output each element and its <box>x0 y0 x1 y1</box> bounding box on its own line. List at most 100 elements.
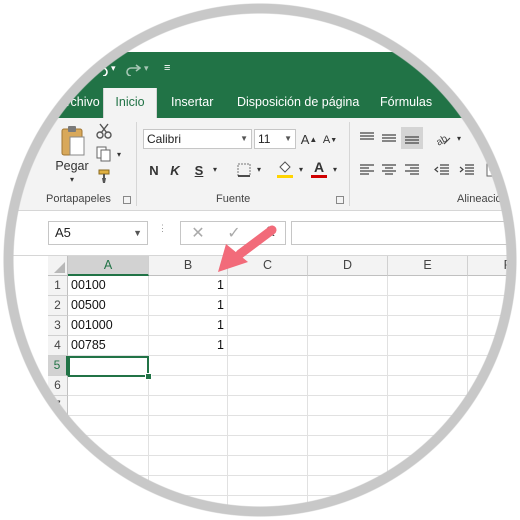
empty-cell[interactable] <box>68 476 149 496</box>
column-header[interactable]: A <box>68 256 149 276</box>
empty-cell[interactable] <box>228 376 308 396</box>
paste-icon[interactable] <box>58 124 88 158</box>
fill-color-dropdown-icon[interactable]: ▾ <box>297 162 305 176</box>
column-header[interactable]: D <box>308 256 388 276</box>
empty-cell[interactable] <box>68 456 149 476</box>
increase-indent-icon[interactable] <box>458 161 476 179</box>
name-box[interactable]: A5 ▼ <box>48 221 148 245</box>
tab-insertar[interactable]: Insertar <box>171 88 213 118</box>
empty-cell[interactable] <box>228 456 308 476</box>
customize-icon[interactable]: ≡ <box>164 62 170 74</box>
empty-cell[interactable] <box>228 496 308 516</box>
format-painter-icon[interactable] <box>95 168 113 184</box>
bold-button[interactable]: N <box>146 160 162 180</box>
empty-cell[interactable] <box>468 456 520 476</box>
row-header[interactable]: 2 <box>48 296 68 316</box>
empty-cell[interactable] <box>308 496 388 516</box>
empty-cell[interactable] <box>468 376 520 396</box>
redo-icon[interactable] <box>125 62 142 79</box>
empty-cell[interactable] <box>228 336 308 356</box>
undo-dropdown-icon[interactable]: ▾ <box>111 63 116 74</box>
empty-cell[interactable] <box>68 436 149 456</box>
tab-disposicion[interactable]: Disposición de página <box>237 88 359 118</box>
row-header[interactable]: 6 <box>48 376 68 396</box>
tab-formulas[interactable]: Fórmulas <box>380 88 432 118</box>
copy-icon[interactable] <box>95 146 113 162</box>
row-header[interactable]: 10 <box>48 456 68 476</box>
paste-button-label[interactable]: Pegar <box>55 158 89 174</box>
font-size-combo[interactable]: 11 ▼ <box>254 129 296 149</box>
column-header[interactable]: E <box>388 256 468 276</box>
empty-cell[interactable] <box>308 376 388 396</box>
row-header[interactable]: 3 <box>48 316 68 336</box>
row-header[interactable]: 4 <box>48 336 68 356</box>
cell-a2[interactable]: 00500 <box>68 296 149 316</box>
align-top-icon[interactable] <box>358 129 376 147</box>
empty-cell[interactable] <box>468 276 520 296</box>
merge-center-icon[interactable] <box>484 160 504 180</box>
empty-cell[interactable] <box>308 316 388 336</box>
formula-input[interactable] <box>291 221 520 245</box>
empty-cell[interactable] <box>68 416 149 436</box>
empty-cell[interactable] <box>228 396 308 416</box>
empty-cell[interactable] <box>149 376 228 396</box>
row-header[interactable]: 5 <box>48 356 68 376</box>
empty-cell[interactable] <box>468 476 520 496</box>
empty-cell[interactable] <box>308 476 388 496</box>
cell-b2[interactable]: 1 <box>149 296 228 316</box>
row-header[interactable]: 7 <box>48 396 68 416</box>
empty-cell[interactable] <box>308 396 388 416</box>
empty-cell[interactable] <box>468 416 520 436</box>
empty-cell[interactable] <box>149 496 228 516</box>
empty-cell[interactable] <box>149 476 228 496</box>
cut-icon[interactable] <box>95 123 113 139</box>
align-bottom-icon[interactable] <box>401 127 423 149</box>
paste-dropdown-icon[interactable]: ▾ <box>66 174 78 184</box>
row-header[interactable]: 9 <box>48 436 68 456</box>
orientation-icon[interactable]: ab <box>433 129 453 147</box>
tab-archivo[interactable]: Archivo <box>58 88 100 118</box>
row-header[interactable]: 8 <box>48 416 68 436</box>
fill-color-icon[interactable] <box>275 158 295 180</box>
empty-cell[interactable] <box>388 356 468 376</box>
empty-cell[interactable] <box>308 296 388 316</box>
empty-cell[interactable] <box>308 416 388 436</box>
shrink-font-icon[interactable]: A ▼ <box>322 131 338 149</box>
cancel-icon[interactable]: ✕ <box>190 224 206 242</box>
empty-cell[interactable] <box>308 456 388 476</box>
cell-a4[interactable]: 00785 <box>68 336 149 356</box>
cell-b4[interactable]: 1 <box>149 336 228 356</box>
font-name-combo[interactable]: Calibri ▼ <box>143 129 252 149</box>
align-center-icon[interactable] <box>380 161 398 179</box>
font-color-icon[interactable]: A <box>310 158 328 180</box>
orientation-dropdown-icon[interactable]: ▾ <box>455 132 463 144</box>
empty-cell[interactable] <box>228 416 308 436</box>
empty-cell[interactable] <box>388 296 468 316</box>
row-header[interactable]: 1 <box>48 276 68 296</box>
empty-cell[interactable] <box>149 436 228 456</box>
tab-inicio[interactable]: Inicio <box>103 88 157 118</box>
empty-cell[interactable] <box>468 396 520 416</box>
empty-cell[interactable] <box>388 416 468 436</box>
empty-cell[interactable] <box>149 396 228 416</box>
empty-cell[interactable] <box>149 456 228 476</box>
empty-cell[interactable] <box>228 296 308 316</box>
decrease-indent-icon[interactable] <box>433 161 451 179</box>
active-cell-a5[interactable] <box>68 356 149 377</box>
more-icon[interactable]: ⋮ <box>158 224 167 240</box>
empty-cell[interactable] <box>468 436 520 456</box>
empty-cell[interactable] <box>68 396 149 416</box>
empty-cell[interactable] <box>228 356 308 376</box>
underline-dropdown-icon[interactable]: ▾ <box>211 162 219 176</box>
copy-dropdown-icon[interactable]: ▾ <box>115 148 123 160</box>
empty-cell[interactable] <box>468 296 520 316</box>
italic-button[interactable]: K <box>167 160 183 180</box>
empty-cell[interactable] <box>468 496 520 516</box>
empty-cell[interactable] <box>388 476 468 496</box>
empty-cell[interactable] <box>308 436 388 456</box>
empty-cell[interactable] <box>308 336 388 356</box>
empty-cell[interactable] <box>308 356 388 376</box>
cell-a1[interactable]: 00100 <box>68 276 149 296</box>
undo-icon[interactable] <box>92 62 109 79</box>
borders-icon[interactable] <box>234 160 254 180</box>
